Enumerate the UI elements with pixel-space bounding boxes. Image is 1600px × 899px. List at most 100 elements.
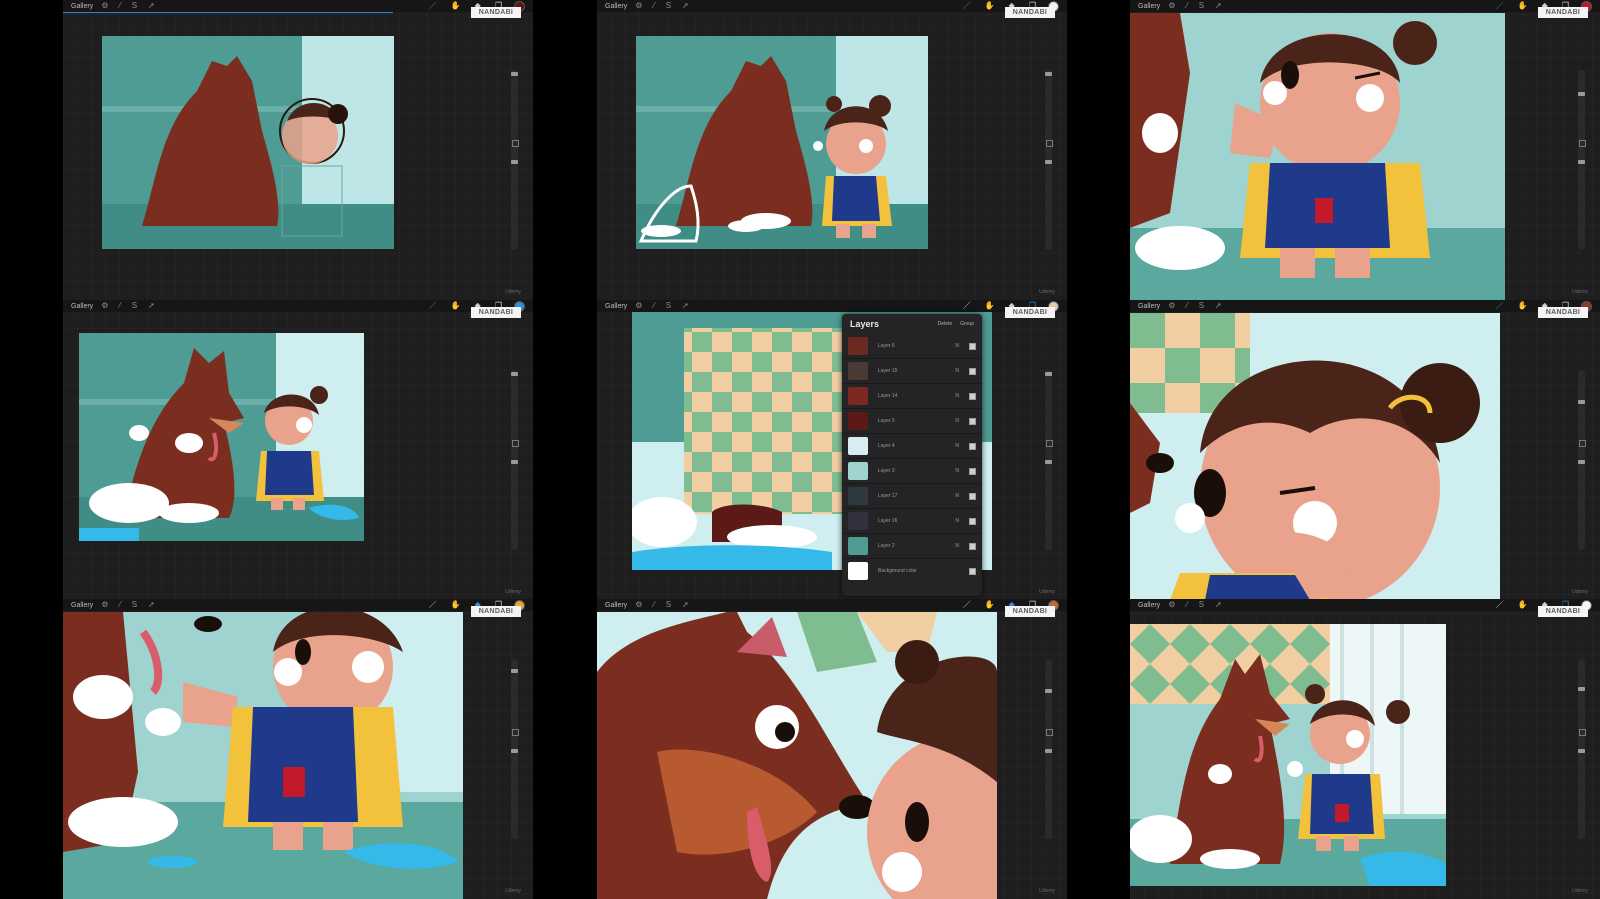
layer-row[interactable]: Layer 16 N — [842, 509, 982, 534]
opacity-handle[interactable] — [511, 460, 518, 464]
smudge-icon[interactable]: ✋ — [985, 599, 995, 611]
selection-icon[interactable]: S — [1199, 0, 1204, 12]
transform-icon[interactable]: ➚ — [682, 0, 689, 12]
visibility-checkbox[interactable] — [969, 517, 976, 525]
visibility-checkbox[interactable] — [969, 417, 976, 425]
brush-size-slider[interactable] — [1045, 659, 1055, 839]
size-handle[interactable] — [1045, 689, 1052, 693]
blend-mode[interactable]: N — [955, 493, 959, 499]
transform-icon[interactable]: ➚ — [148, 300, 155, 312]
canvas-artwork[interactable] — [1130, 313, 1500, 600]
canvas-artwork[interactable] — [1130, 13, 1505, 300]
selection-icon[interactable]: S — [1199, 300, 1204, 312]
magic-wand-icon[interactable]: ⁄ — [119, 300, 120, 312]
brush-icon[interactable]: ／ — [963, 599, 971, 611]
layer-row[interactable]: Layer 2 N — [842, 534, 982, 559]
wrench-icon[interactable]: ⚙ — [635, 0, 642, 12]
canvas-artwork[interactable] — [63, 612, 463, 899]
modify-button[interactable] — [1579, 140, 1586, 147]
visibility-checkbox[interactable] — [969, 367, 976, 375]
layer-row[interactable]: Layer 17 N — [842, 484, 982, 509]
magic-wand-icon[interactable]: ⁄ — [1186, 599, 1187, 611]
canvas-artwork[interactable] — [1130, 624, 1446, 886]
background-color-layer[interactable]: Background color — [842, 559, 982, 583]
smudge-icon[interactable]: ✋ — [451, 300, 461, 312]
wrench-icon[interactable]: ⚙ — [101, 599, 108, 611]
size-handle[interactable] — [1045, 372, 1052, 376]
brush-size-slider[interactable] — [1045, 370, 1055, 550]
brush-icon[interactable]: ／ — [963, 0, 971, 12]
brush-size-slider[interactable] — [1578, 70, 1588, 250]
opacity-handle[interactable] — [1045, 749, 1052, 753]
blend-mode[interactable]: N — [955, 518, 959, 524]
selection-icon[interactable]: S — [666, 599, 671, 611]
layer-row[interactable]: Layer 4 N — [842, 434, 982, 459]
modify-button[interactable] — [1046, 440, 1053, 447]
size-handle[interactable] — [511, 72, 518, 76]
modify-button[interactable] — [1579, 729, 1586, 736]
visibility-checkbox[interactable] — [969, 467, 976, 475]
size-handle[interactable] — [1578, 92, 1585, 96]
selection-icon[interactable]: S — [666, 300, 671, 312]
canvas-artwork[interactable] — [102, 36, 394, 249]
canvas-artwork[interactable] — [636, 36, 928, 249]
layer-row[interactable]: Layer 5 N — [842, 409, 982, 434]
gallery-button[interactable]: Gallery — [605, 303, 627, 310]
gallery-button[interactable]: Gallery — [71, 3, 93, 10]
modify-button[interactable] — [512, 440, 519, 447]
gallery-button[interactable]: Gallery — [605, 602, 627, 609]
opacity-handle[interactable] — [1578, 460, 1585, 464]
blend-mode[interactable]: N — [955, 418, 959, 424]
transform-icon[interactable]: ➚ — [148, 0, 155, 12]
visibility-checkbox[interactable] — [969, 342, 976, 350]
selection-icon[interactable]: S — [132, 300, 137, 312]
size-handle[interactable] — [511, 669, 518, 673]
smudge-icon[interactable]: ✋ — [985, 0, 995, 12]
brush-icon[interactable]: ／ — [1496, 0, 1504, 12]
magic-wand-icon[interactable]: ⁄ — [1186, 0, 1187, 12]
opacity-handle[interactable] — [1045, 160, 1052, 164]
transform-icon[interactable]: ➚ — [1215, 300, 1222, 312]
wrench-icon[interactable]: ⚙ — [101, 0, 108, 12]
brush-size-slider[interactable] — [511, 70, 521, 250]
brush-size-slider[interactable] — [511, 659, 521, 839]
modify-button[interactable] — [512, 729, 519, 736]
canvas-artwork[interactable] — [79, 333, 364, 541]
magic-wand-icon[interactable]: ⁄ — [653, 599, 654, 611]
selection-icon[interactable]: S — [666, 0, 671, 12]
selection-icon[interactable]: S — [132, 0, 137, 12]
modify-button[interactable] — [512, 140, 519, 147]
brush-size-slider[interactable] — [1578, 659, 1588, 839]
brush-size-slider[interactable] — [511, 370, 521, 550]
smudge-icon[interactable]: ✋ — [451, 599, 461, 611]
opacity-handle[interactable] — [511, 160, 518, 164]
magic-wand-icon[interactable]: ⁄ — [653, 0, 654, 12]
gallery-button[interactable]: Gallery — [71, 303, 93, 310]
gallery-button[interactable]: Gallery — [1138, 303, 1160, 310]
layer-row[interactable]: Layer 14 N — [842, 384, 982, 409]
gallery-button[interactable]: Gallery — [1138, 602, 1160, 609]
size-handle[interactable] — [1578, 400, 1585, 404]
transform-icon[interactable]: ➚ — [148, 599, 155, 611]
opacity-handle[interactable] — [1045, 460, 1052, 464]
blend-mode[interactable]: N — [955, 443, 959, 449]
brush-icon[interactable]: ／ — [1496, 599, 1504, 611]
group-button[interactable]: Group — [960, 321, 974, 327]
visibility-checkbox[interactable] — [969, 567, 976, 575]
smudge-icon[interactable]: ✋ — [985, 300, 995, 312]
wrench-icon[interactable]: ⚙ — [635, 599, 642, 611]
wrench-icon[interactable]: ⚙ — [635, 300, 642, 312]
opacity-handle[interactable] — [1578, 160, 1585, 164]
brush-icon[interactable]: ／ — [963, 300, 971, 312]
brush-size-slider[interactable] — [1578, 370, 1588, 550]
wrench-icon[interactable]: ⚙ — [1168, 599, 1175, 611]
layer-row[interactable]: Layer 3 N — [842, 459, 982, 484]
wrench-icon[interactable]: ⚙ — [101, 300, 108, 312]
modify-button[interactable] — [1046, 140, 1053, 147]
modify-button[interactable] — [1046, 729, 1053, 736]
transform-icon[interactable]: ➚ — [682, 599, 689, 611]
transform-icon[interactable]: ➚ — [682, 300, 689, 312]
visibility-checkbox[interactable] — [969, 392, 976, 400]
blend-mode[interactable]: N — [955, 543, 959, 549]
opacity-handle[interactable] — [1578, 749, 1585, 753]
